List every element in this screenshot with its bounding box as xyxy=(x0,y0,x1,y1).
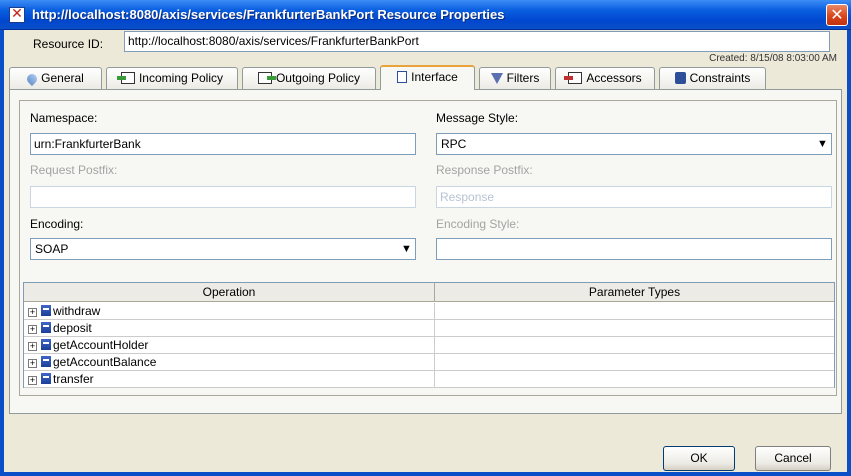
encoding-select[interactable]: SOAP ▼ xyxy=(30,238,416,260)
outgoing-policy-icon xyxy=(257,72,276,84)
tab-general[interactable]: General xyxy=(9,67,102,89)
created-timestamp: Created: 8/15/08 8:03:00 AM xyxy=(709,53,837,64)
namespace-label: Namespace: xyxy=(30,111,98,125)
table-row[interactable]: + getAccountBalance xyxy=(24,354,834,371)
parameter-types-cell xyxy=(435,320,834,337)
accessors-icon xyxy=(564,72,583,84)
interface-panel: Namespace: urn:FrankfurterBank Message S… xyxy=(9,89,842,414)
operation-cell: + getAccountBalance xyxy=(24,354,435,371)
encoding-style-field[interactable] xyxy=(436,238,832,260)
tab-filters[interactable]: Filters xyxy=(479,67,551,89)
parameter-types-cell xyxy=(435,337,834,354)
tab-accessors[interactable]: Accessors xyxy=(555,67,655,89)
operation-name: withdraw xyxy=(53,304,101,318)
encoding-style-label: Encoding Style: xyxy=(436,217,520,231)
operations-table: Operation Parameter Types + withdraw + dep… xyxy=(23,282,835,388)
resource-id-label: Resource ID: xyxy=(33,37,104,51)
expand-icon[interactable]: + xyxy=(28,359,37,368)
title-bar: ✕ http://localhost:8080/axis/services/Fr… xyxy=(0,0,851,30)
app-logo-icon: ✕ xyxy=(9,7,25,23)
response-postfix-placeholder: Response xyxy=(440,190,495,204)
constraints-icon xyxy=(674,72,686,84)
chevron-down-icon[interactable]: ▼ xyxy=(397,239,415,259)
operation-cell: + transfer xyxy=(24,371,435,388)
expand-icon[interactable]: + xyxy=(28,325,37,334)
tab-interface-label: Interface xyxy=(411,70,458,84)
ok-button[interactable]: OK xyxy=(663,446,735,471)
interface-icon xyxy=(397,71,408,83)
message-style-select[interactable]: RPC ▼ xyxy=(436,133,832,155)
tab-general-label: General xyxy=(41,71,84,85)
tab-outgoing-policy[interactable]: Outgoing Policy xyxy=(242,67,376,89)
tab-filters-label: Filters xyxy=(506,71,540,85)
tab-accessors-label: Accessors xyxy=(586,71,642,85)
column-header-operation[interactable]: Operation xyxy=(24,283,435,302)
encoding-label: Encoding: xyxy=(30,217,84,231)
incoming-policy-icon xyxy=(116,72,135,84)
filter-icon xyxy=(490,73,503,84)
tab-incoming-policy[interactable]: Incoming Policy xyxy=(106,67,238,89)
operation-icon xyxy=(41,356,51,367)
operation-name: getAccountBalance xyxy=(53,355,157,369)
response-postfix-field[interactable]: Response xyxy=(436,186,832,208)
tab-incoming-policy-label: Incoming Policy xyxy=(138,71,224,85)
expand-icon[interactable]: + xyxy=(28,376,37,385)
operation-name: deposit xyxy=(53,321,92,335)
close-button[interactable]: ✕ xyxy=(826,4,848,26)
general-icon xyxy=(25,71,40,87)
table-row[interactable]: + deposit xyxy=(24,320,834,337)
chevron-down-icon[interactable]: ▼ xyxy=(813,134,831,154)
tab-interface[interactable]: Interface xyxy=(380,65,475,90)
parameter-types-cell xyxy=(435,354,834,371)
encoding-value: SOAP xyxy=(35,242,69,256)
operation-name: transfer xyxy=(53,372,94,386)
operation-icon xyxy=(41,373,51,384)
parameter-types-cell xyxy=(435,371,834,388)
response-postfix-label: Response Postfix: xyxy=(436,163,533,177)
expand-icon[interactable]: + xyxy=(28,308,37,317)
table-row[interactable]: + getAccountHolder xyxy=(24,337,834,354)
operation-name: getAccountHolder xyxy=(53,338,149,352)
window-title: http://localhost:8080/axis/services/Fran… xyxy=(32,7,505,22)
column-header-parameter-types[interactable]: Parameter Types xyxy=(435,283,834,302)
tab-constraints-label: Constraints xyxy=(689,71,751,85)
resource-id-field[interactable]: http://localhost:8080/axis/services/Fran… xyxy=(124,31,830,52)
table-row[interactable]: + withdraw xyxy=(24,303,834,320)
operation-icon xyxy=(41,339,51,350)
operation-cell: + deposit xyxy=(24,320,435,337)
parameter-types-cell xyxy=(435,303,834,320)
request-postfix-label: Request Postfix: xyxy=(30,163,118,177)
operation-cell: + withdraw xyxy=(24,303,435,320)
operation-icon xyxy=(41,305,51,316)
operation-cell: + getAccountHolder xyxy=(24,337,435,354)
message-style-label: Message Style: xyxy=(436,111,519,125)
message-style-value: RPC xyxy=(441,137,467,151)
request-postfix-field[interactable] xyxy=(30,186,416,208)
operation-icon xyxy=(41,322,51,333)
table-row[interactable]: + transfer xyxy=(24,371,834,388)
dialog-body: Resource ID: http://localhost:8080/axis/… xyxy=(0,30,851,476)
tab-constraints[interactable]: Constraints xyxy=(659,67,766,89)
tab-outgoing-policy-label: Outgoing Policy xyxy=(275,71,361,85)
cancel-button[interactable]: Cancel xyxy=(755,446,831,471)
expand-icon[interactable]: + xyxy=(28,342,37,351)
namespace-field[interactable]: urn:FrankfurterBank xyxy=(30,133,416,155)
